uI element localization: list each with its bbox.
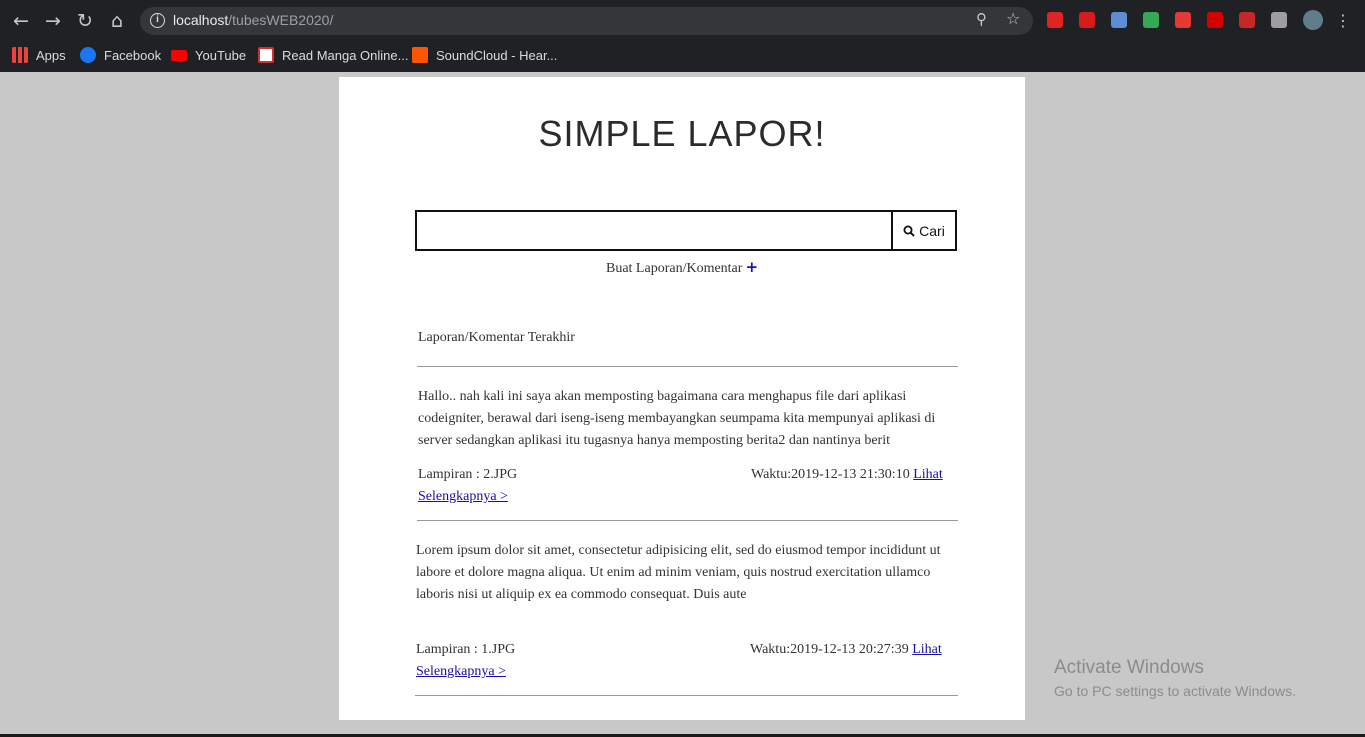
profile-avatar-icon[interactable]: [1303, 10, 1323, 30]
bookmark-manga[interactable]: Read Manga Online...: [258, 45, 408, 67]
site-info-icon[interactable]: i: [150, 13, 165, 28]
home-icon[interactable]: ⌂: [105, 9, 129, 33]
red-ext-icon[interactable]: [1239, 12, 1255, 28]
post-timestamp: Waktu:2019-12-13 20:27:39: [750, 642, 909, 657]
see-more-link[interactable]: Selengkapnya >: [416, 664, 506, 680]
search-icon: [903, 225, 915, 237]
menu-kebab-icon[interactable]: ⋮: [1331, 9, 1355, 33]
bookmark-label: YouTube: [195, 48, 247, 63]
reload-icon[interactable]: ↻: [73, 9, 97, 33]
see-more-link[interactable]: Lihat: [913, 467, 943, 482]
main-content: SIMPLE LAPOR! Cari Buat Laporan/Komentar…: [339, 77, 1025, 720]
post-text: Hallo.. nah kali ini saya akan mempostin…: [418, 389, 936, 448]
search-form: Cari: [415, 210, 957, 251]
bookmark-facebook[interactable]: Facebook: [80, 45, 161, 67]
facebook-icon: [80, 47, 96, 63]
post-time: Waktu:2019-12-13 21:30:10 Lihat: [751, 467, 943, 483]
bookmark-soundcloud[interactable]: SoundCloud - Hear...: [412, 45, 557, 67]
windows-activation-subtitle: Go to PC settings to activate Windows.: [1054, 683, 1296, 699]
bookmark-star-icon[interactable]: ☆: [1006, 9, 1020, 28]
create-report-link[interactable]: Buat Laporan/Komentar +: [339, 258, 1025, 277]
see-more-link[interactable]: Selengkapnya >: [418, 489, 508, 505]
bookmarks-bar: Apps Facebook YouTube Read Manga Online.…: [0, 42, 1365, 72]
youtube-icon: [171, 50, 187, 61]
bookmark-youtube[interactable]: YouTube: [171, 45, 246, 67]
post-attachment: Lampiran : 1.JPG: [416, 642, 516, 657]
create-report-label: Buat Laporan/Komentar: [605, 261, 743, 276]
target-icon[interactable]: [1207, 12, 1223, 28]
bookmark-label: Apps: [36, 48, 66, 63]
post-attachment: Lampiran : 2.JPG: [418, 467, 518, 482]
back-arrow-icon[interactable]: ←: [9, 9, 33, 33]
puzzle-icon[interactable]: [1271, 12, 1287, 28]
page-title: SIMPLE LAPOR!: [538, 113, 826, 154]
post-timestamp: Waktu:2019-12-13 21:30:10: [751, 467, 910, 482]
apps-grid-icon: [12, 47, 28, 63]
bookmark-apps[interactable]: Apps: [12, 45, 66, 67]
divider: [417, 520, 958, 521]
plus-icon: +: [745, 258, 759, 276]
search-button-label: Cari: [919, 222, 945, 239]
post-time: Waktu:2019-12-13 20:27:39 Lihat: [750, 642, 942, 658]
video-icon[interactable]: [1175, 12, 1191, 28]
forward-arrow-icon[interactable]: →: [41, 9, 65, 33]
pdf-icon[interactable]: [1079, 12, 1095, 28]
address-bar[interactable]: i localhost/tubesWEB2020/ ⚲ ☆: [140, 7, 1033, 35]
divider: [415, 695, 958, 696]
see-more-link[interactable]: Lihat: [912, 642, 942, 657]
bookmark-label: SoundCloud - Hear...: [436, 48, 558, 63]
browser-toolbar: ← → ↻ ⌂ i localhost/tubesWEB2020/ ⚲ ☆ ⋮: [0, 0, 1365, 42]
search-input[interactable]: [417, 212, 891, 249]
soundcloud-icon: [412, 47, 428, 63]
windows-activation-title: Activate Windows: [1054, 657, 1204, 678]
owl-icon[interactable]: [1111, 12, 1127, 28]
address-url[interactable]: localhost/tubesWEB2020/: [173, 12, 333, 28]
search-button[interactable]: Cari: [891, 212, 955, 249]
zoom-icon[interactable]: ⚲: [976, 10, 987, 28]
ublock-icon[interactable]: [1047, 12, 1063, 28]
post-text: Lorem ipsum dolor sit amet, consectetur …: [416, 543, 941, 602]
url-host: localhost: [173, 12, 229, 28]
bookmark-label: Read Manga Online...: [282, 48, 409, 63]
url-path: /tubesWEB2020/: [228, 12, 334, 28]
bookmark-label: Facebook: [104, 48, 162, 63]
section-heading: Laporan/Komentar Terakhir: [418, 330, 575, 345]
manga-site-icon: [258, 47, 274, 63]
translate-icon[interactable]: [1143, 12, 1159, 28]
divider: [417, 366, 958, 367]
